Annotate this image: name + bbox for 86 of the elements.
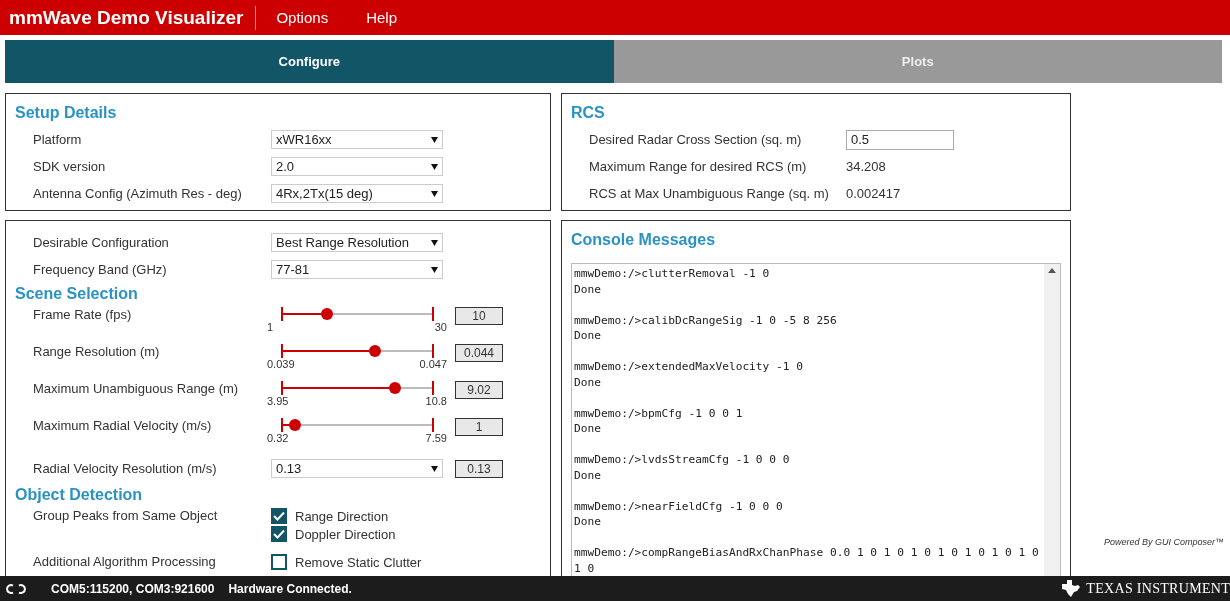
value-readout: 9.02 [455,381,503,399]
slider-max: 0.047 [419,358,447,370]
field-label: Antenna Config (Azimuth Res - deg) [32,186,243,201]
console-line: mmwDemo:/>compRangeBiasAndRxChanPhase 0.0 1 0 1 0 1 0 1 0 1 0 1 0 1 0 1 0 [574,545,1040,576]
field-label: Maximum Range for desired RCS (m) [588,159,808,174]
app-title: mmWave Demo Visualizer [0,5,257,30]
slider-thumb[interactable] [289,419,302,431]
caret-icon [431,465,438,472]
console-line: mmwDemo:/>extendedMaxVelocity -1 0 [574,359,804,375]
console-line: mmwDemo:/>nearFieldCfg -1 0 0 0 [574,498,784,514]
checkbox-label: Range Direction [295,508,389,524]
caret-icon [431,136,438,143]
slider-thumb[interactable] [369,345,382,357]
dropdown[interactable]: 4Rx,2Tx(15 deg) [271,184,443,203]
field-label: Platform [32,132,83,147]
section-title: Console Messages [571,231,717,249]
dropdown[interactable]: xWR16xx [271,130,443,149]
caret-icon [431,163,438,170]
field-label: Additional Algorithm Processing [32,554,217,569]
slider-thumb[interactable] [320,308,333,320]
field-label: RCS at Max Unambiguous Range (sq. m) [588,186,830,201]
logo-icon [1060,579,1081,598]
checkbox[interactable] [271,554,287,570]
powered-by-text: Powered By GUI Composer™ [1103,537,1224,547]
tab[interactable]: Configure [5,40,614,83]
slider-min: 0.039 [267,358,295,370]
field-label: SDK version [32,159,107,174]
input-field[interactable]: 0.5 [846,129,954,150]
connection-icon[interactable] [5,582,27,595]
slider-max: 30 [434,321,447,333]
field-value: 34.208 [846,159,886,174]
caret-icon [431,190,438,197]
dropdown[interactable]: 2.0 [271,157,443,176]
section-title: RCS [571,104,606,122]
caret-icon [431,266,438,273]
console-line: Done [574,374,602,390]
slider-track[interactable] [278,307,436,321]
checkbox[interactable] [271,526,287,542]
field-label: Range Resolution (m) [32,344,161,359]
slider-max: 7.59 [425,432,447,444]
console-line: Done [574,467,602,483]
console-line: mmwDemo:/>bpmCfg -1 0 0 1 [574,405,744,421]
value-readout: 0.13 [455,459,503,478]
console-line: mmwDemo:/>calibDcRangeSig -1 0 -5 8 256 [574,312,838,328]
console-line: mmwDemo:/>lvdsStreamCfg -1 0 0 0 [574,452,791,468]
slider-min: 3.95 [267,395,289,407]
checkbox-label: Doppler Direction [295,526,396,542]
field-label: Radial Velocity Resolution (m/s) [32,461,218,476]
slider-min: 0.32 [267,432,289,444]
dropdown[interactable]: 77-81 [271,260,443,279]
field-label: Desired Radar Cross Section (sq. m) [588,132,803,147]
slider-thumb[interactable] [388,382,401,394]
brand-name: TEXAS INSTRUMENT [1086,580,1230,597]
slider-track[interactable] [278,418,436,432]
console-line: Done [574,514,602,530]
field-label: Frame Rate (fps) [32,307,133,322]
field-label: Desirable Configuration [32,235,170,250]
console-line: Done [574,281,602,297]
slider-min: 1 [267,321,274,333]
slider-track[interactable] [278,344,436,358]
scroll-up-icon[interactable] [1048,268,1056,273]
section-title: Setup Details [15,104,118,122]
field-label: Group Peaks from Same Object [32,508,219,523]
section-title: Scene Selection [15,285,139,303]
status-connection: Hardware Connected. [228,581,352,596]
section-title: Object Detection [15,486,144,504]
menu-item[interactable]: Help [348,9,415,26]
console-line: mmwDemo:/>clutterRemoval -1 0 [574,266,771,282]
value-readout: 1 [455,418,503,436]
caret-icon [431,239,438,246]
field-label: Frequency Band (GHz) [32,262,168,277]
console-line: Done [574,328,602,344]
dropdown[interactable]: Best Range Resolution [271,233,443,252]
console-line: Done [574,421,602,437]
value-readout: 0.044 [455,344,503,362]
menu-item[interactable]: Options [258,9,347,26]
field-label: Maximum Radial Velocity (m/s) [32,418,213,433]
dropdown[interactable]: 0.13 [271,459,443,478]
checkbox-label: Remove Static Clutter [295,554,422,570]
value-readout: 10 [455,307,503,325]
checkbox[interactable] [271,508,287,524]
field-value: 0.002417 [846,186,901,201]
field-label: Maximum Unambiguous Range (m) [32,381,240,396]
slider-track[interactable] [278,381,436,395]
slider-max: 10.8 [425,395,447,407]
status-ports: COM5:115200, COM3:921600 [51,581,215,596]
